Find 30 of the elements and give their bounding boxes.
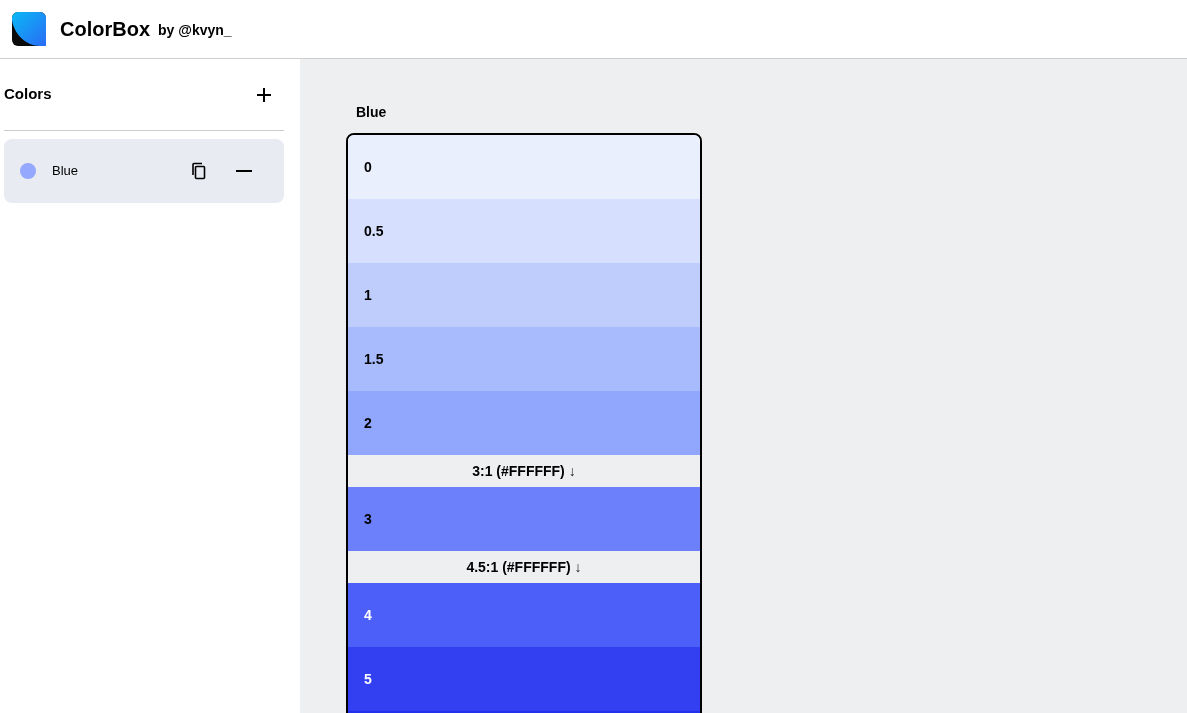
swatch-label: 2 bbox=[364, 413, 372, 433]
down-arrow-icon: ↓ bbox=[574, 556, 582, 578]
swatch-label: 0.5 bbox=[364, 221, 384, 241]
color-swatch[interactable]: 0 bbox=[348, 135, 700, 199]
palette-title: Blue bbox=[356, 103, 388, 122]
byline: by @kvyn_ bbox=[158, 20, 232, 40]
color-name: Blue bbox=[52, 162, 79, 181]
swatch-label: 0 bbox=[364, 157, 372, 177]
color-swatch[interactable]: 4 bbox=[348, 583, 700, 647]
swatch-label: 3 bbox=[364, 509, 372, 529]
color-list-item[interactable]: Blue bbox=[4, 139, 284, 203]
swatch-label: 5 bbox=[364, 669, 372, 689]
color-swatch[interactable]: 5 bbox=[348, 647, 700, 711]
swatch-label: 1 bbox=[364, 285, 372, 305]
copy-icon bbox=[190, 162, 206, 180]
swatch-label: 1.5 bbox=[364, 349, 384, 369]
color-swatch[interactable]: 2 bbox=[348, 391, 700, 455]
app-logo-icon bbox=[12, 12, 46, 46]
swatch-label: 4 bbox=[364, 605, 372, 625]
minus-icon bbox=[236, 170, 252, 172]
down-arrow-icon: ↓ bbox=[568, 460, 576, 482]
color-swatch[interactable]: 3 bbox=[348, 487, 700, 551]
color-swatch[interactable]: 1 bbox=[348, 263, 700, 327]
color-swatch[interactable]: 0.5 bbox=[348, 199, 700, 263]
contrast-label: 4.5:1 (#FFFFFF) bbox=[466, 557, 571, 577]
app-name: ColorBox bbox=[60, 17, 150, 42]
contrast-label: 3:1 (#FFFFFF) bbox=[472, 461, 565, 481]
sidebar-title: Colors bbox=[4, 84, 52, 105]
color-swatch[interactable]: 1.5 bbox=[348, 327, 700, 391]
plus-icon bbox=[256, 86, 272, 103]
